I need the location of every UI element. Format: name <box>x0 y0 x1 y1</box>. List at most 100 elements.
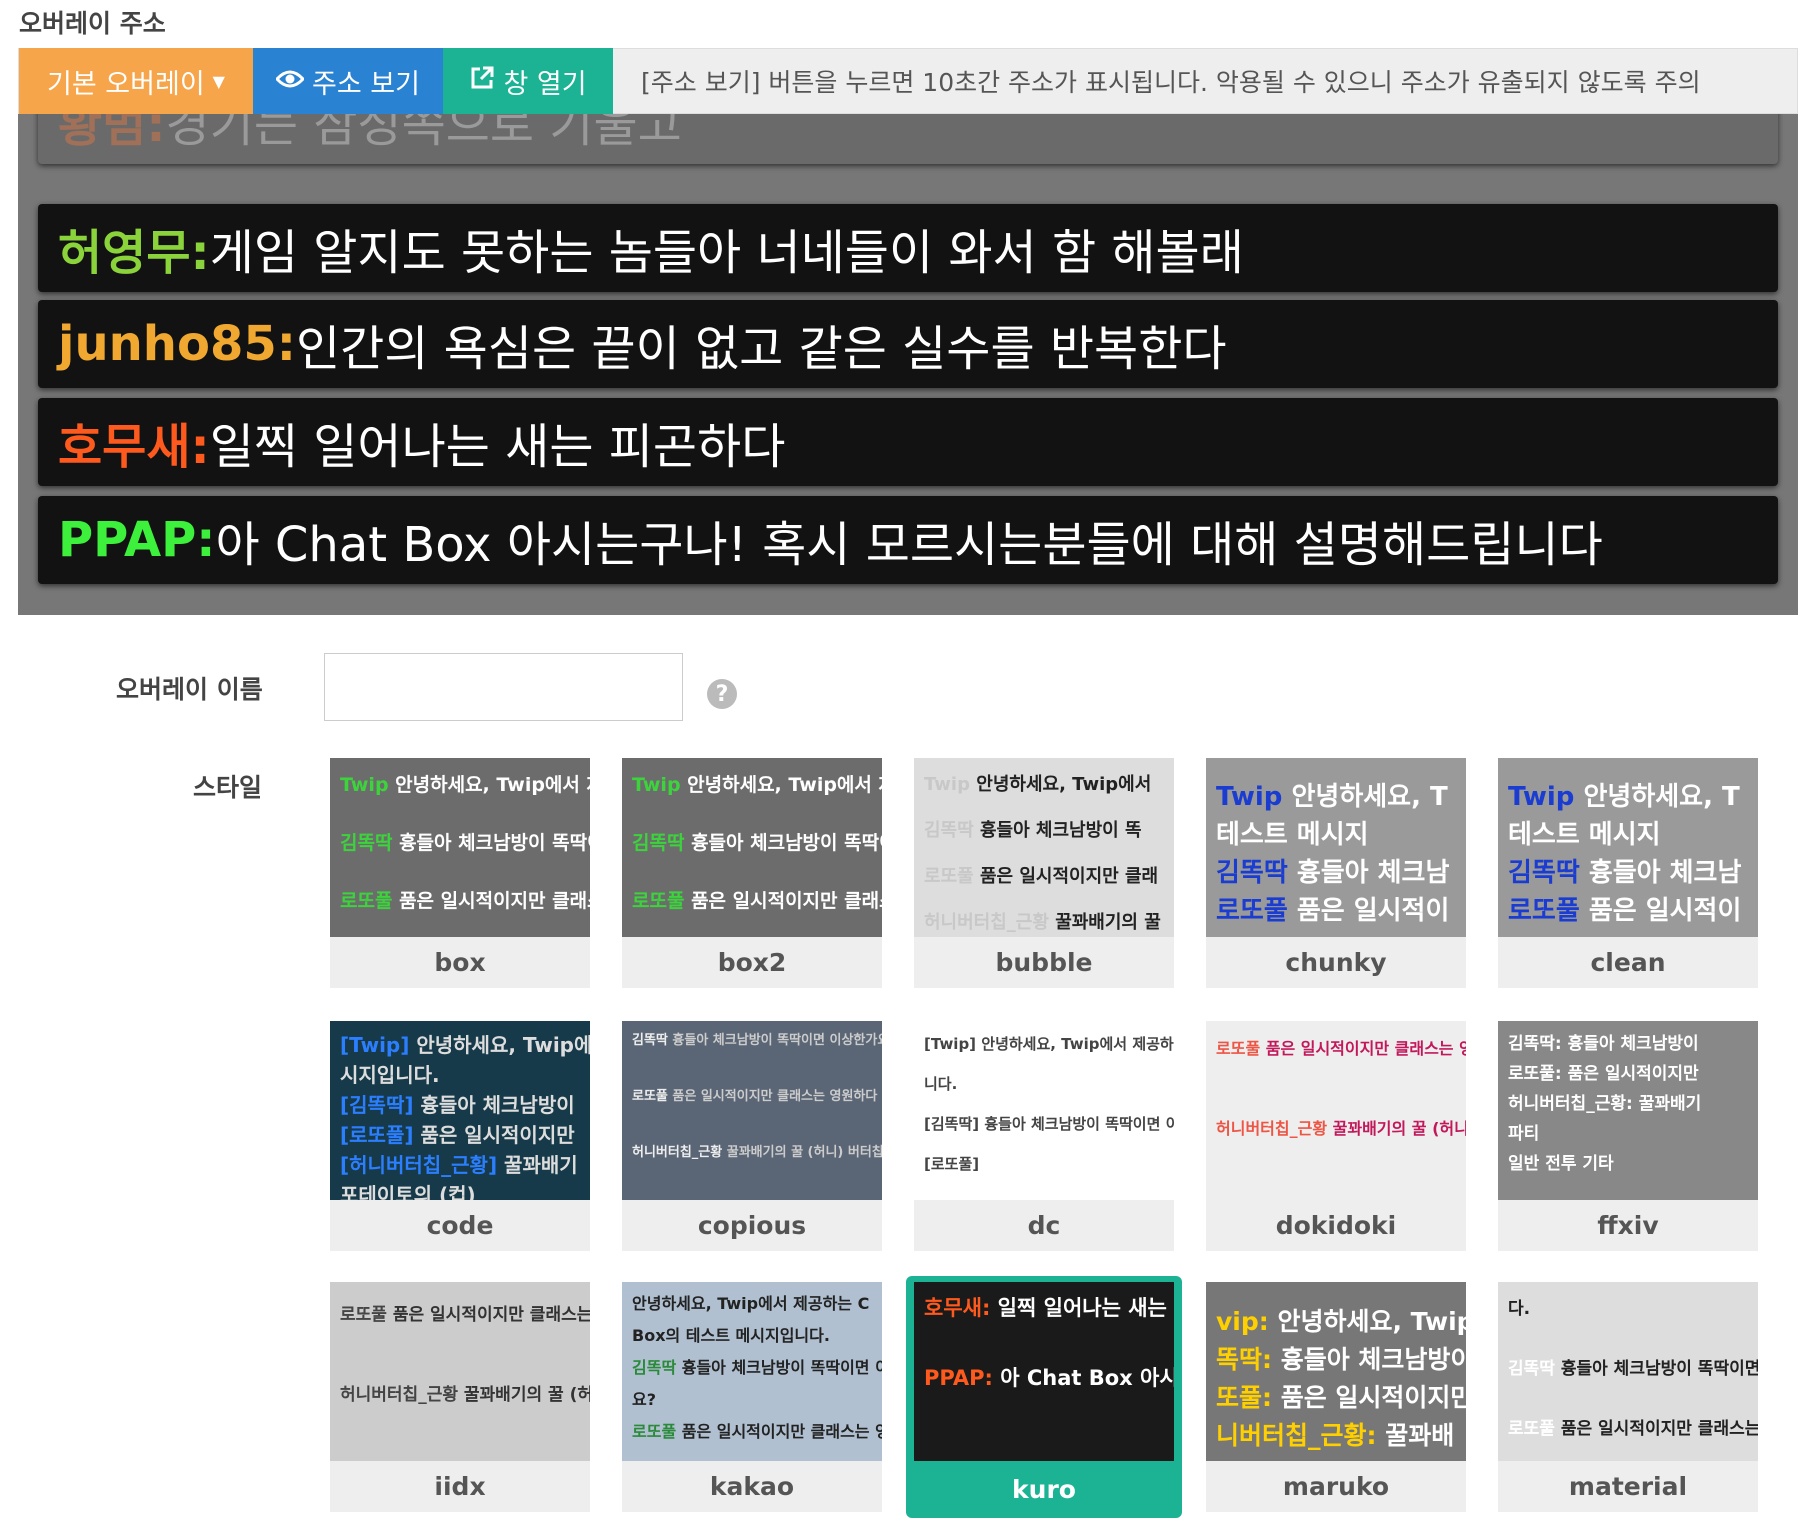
style-option-iidx[interactable]: 로또풀 품은 일시적이지만 클래스는허니버터칩_근황 꿀꽈배기의 꿀 (허니) … <box>330 1282 590 1512</box>
preview-line: 똑딱: 흉들아 체크남방이 <box>1206 1340 1466 1376</box>
style-option-copious[interactable]: 김똑딱 흉들아 체크남방이 똑딱이면 이상한가요? 로또풀 품은 일시적이지만 클… <box>622 1021 882 1251</box>
preview-text: 흉들아 체크남방이 똑딱이면 이상 <box>1560 1359 1758 1379</box>
preview-text: 품은 일시적이 <box>1588 896 1742 926</box>
chat-nickname: junho85: <box>58 316 296 372</box>
preview-line: 또풀: 품은 일시적이지만 <box>1206 1378 1466 1414</box>
preview-line: 허니버터칩_근황 꿀꽈배기의 꿀 (허니) 버터칩의 <box>330 1380 590 1405</box>
style-preview-thumbnail: Twip 안녕하세요, T 테스트 메시지 김똑딱 흉들아 체크남 로또풀 품은 일시… <box>1206 758 1466 937</box>
style-option-box[interactable]: Twip 안녕하세요, Twip에서 제공하김똑딱 흉들아 체크남방이 똑딱이면… <box>330 758 590 988</box>
preview-text: 꿀꽈배기의 꿀 <box>1055 912 1161 933</box>
chat-text: 아 Chat Box 아시는구나! 혹시 모르시는분들에 대해 설명해드립니다 <box>215 517 1603 573</box>
preview-line: 허니버터칩_근황 꿀꽈배기의 꿀 (허니) 버터칩의 (버터 <box>1206 1115 1466 1139</box>
preview-line: Twip 안녕하세요, Twip에서 제공하 <box>330 770 590 797</box>
preview-line: 테스트 메시지 <box>1206 814 1466 851</box>
preview-text: 파티 <box>1508 1124 1540 1144</box>
style-name-label: dokidoki <box>1275 1211 1397 1240</box>
preview-text: 꿀꽈배 <box>1385 1421 1455 1450</box>
preview-line: 다. <box>1498 1294 1758 1319</box>
overlay-preview: 황범: 경기는 삼성쪽으로 기울고 허영무: 게임 알지도 못하는 놈들아 너네들… <box>18 114 1798 615</box>
style-option-dokidoki[interactable]: 로또풀 품은 일시적이지만 클래스는 영원하허니버터칩_근황 꿀꽈배기의 꿀 (… <box>1206 1021 1466 1251</box>
open-window-button[interactable]: 창 열기 <box>443 48 613 114</box>
style-name-label: box2 <box>717 948 787 977</box>
style-option-kakao[interactable]: 안녕하세요, Twip에서 제공하는 C Box의 테스트 메시지입니다. 김똑딱 … <box>622 1282 882 1512</box>
style-option-kuro[interactable]: 호무새: 일찍 일어나는 새는 피곤하다 PPAP: 아 Chat Box 아시는… <box>906 1276 1182 1518</box>
style-option-bubble[interactable]: Twip 안녕하세요, Twip에서 김똑딱 흉들아 체크남방이 똑 로또풀 품은 … <box>914 758 1174 988</box>
preview-line: 로또풀 품은 일시적이지만 클래스는 영원 <box>1498 1414 1758 1439</box>
chat-message: PPAP: 아 Chat Box 아시는구나! 혹시 모르시는분들에 대해 설명… <box>38 496 1778 584</box>
preview-nickname: 김똑딱 <box>632 1358 682 1377</box>
address-hint: [주소 보기] 버튼을 누르면 10초간 주소가 표시됩니다. 악용될 수 있으… <box>641 68 1701 97</box>
style-option-ffxiv[interactable]: 김똑딱: 흉들아 체크남방이로또풀: 품은 일시적이지만허니버터칩_근황: 꿀꽈… <box>1498 1021 1758 1251</box>
preview-line: 김똑딱: 흉들아 체크남방이 <box>1498 1029 1758 1054</box>
show-address-button[interactable]: 주소 보기 <box>253 48 443 114</box>
preview-nickname: 허니버터칩_근황 <box>632 1145 727 1160</box>
preview-line: [김똑딱] 흉들아 체크남방이 <box>330 1089 590 1118</box>
style-label: 스타일 <box>193 773 263 802</box>
preview-text: 품은 일시적이지만 클래스는 영원 <box>1560 1419 1758 1439</box>
preview-nickname: Twip <box>924 774 977 795</box>
preview-text: 김똑딱: 흉들아 체크남방이 <box>1508 1034 1699 1054</box>
preview-nickname: 호무새: <box>924 1296 998 1320</box>
style-preview-thumbnail: Twip 안녕하세요, Twip에서 제공하김똑딱 흉들아 체크남방이 똑딱이면… <box>622 758 882 937</box>
preview-line: [로또풀] <box>914 1153 1174 1174</box>
preview-text: 로또풀: 품은 일시적이지만 <box>1508 1064 1699 1084</box>
preview-text: 흉들아 체크남 <box>1588 858 1742 888</box>
preview-text: 품은 일시적이 <box>1296 896 1450 926</box>
preview-line: 로또풀 품은 일시적이 <box>1498 890 1758 927</box>
style-preview-thumbnail: [Twip] 안녕하세요, Twip에 시지입니다. [김똑딱] 흉들아 체크남방이… <box>330 1021 590 1200</box>
style-name-label: material <box>1568 1472 1688 1501</box>
preview-text: 꿀꽈배기의 꿀 (허니) 버터칩의 <box>463 1385 590 1405</box>
preview-nickname: [허니버터칩_근황] <box>340 1153 505 1177</box>
preview-line: 호무새: 일찍 일어나는 새는 피곤하다 <box>914 1292 1174 1322</box>
style-option-chunky[interactable]: Twip 안녕하세요, T 테스트 메시지 김똑딱 흉들아 체크남 로또풀 품은 일시… <box>1206 758 1466 988</box>
preview-text: 포테이토의 (컵) <box>340 1183 476 1200</box>
help-icon[interactable]: ? <box>707 679 737 709</box>
preview-text: 품은 일시적이지만 <box>420 1123 575 1147</box>
preview-line: 허니버터칩_근황: 꿀꽈배기 <box>1498 1089 1758 1114</box>
preview-line: 로또풀: 품은 일시적이지만 <box>1498 1059 1758 1084</box>
style-option-code[interactable]: [Twip] 안녕하세요, Twip에 시지입니다. [김똑딱] 흉들아 체크남방이… <box>330 1021 590 1251</box>
preview-text: 테스트 메시지 <box>1508 820 1661 850</box>
preview-nickname: 로또풀 <box>1216 1039 1266 1058</box>
style-option-maruko[interactable]: vip: 안녕하세요, Twip에똑딱: 흉들아 체크남방이또풀: 품은 일시적… <box>1206 1282 1466 1512</box>
style-name-label: kakao <box>709 1472 795 1501</box>
style-option-clean[interactable]: Twip 안녕하세요, T 테스트 메시지 김똑딱 흉들아 체크남 로또풀 품은 일시… <box>1498 758 1758 988</box>
preview-line: [Twip] 안녕하세요, Twip에서 제공하는 Chat B <box>914 1033 1174 1054</box>
preview-text: Box의 테스트 메시지입니다. <box>632 1326 830 1345</box>
preview-line: [김똑딱] 흉들아 체크남방이 똑딱이면 이상한가요 <box>914 1113 1174 1134</box>
preview-nickname: 김똑딱 <box>1508 858 1589 888</box>
preview-nickname: 로또풀 <box>632 890 692 912</box>
preview-nickname: PPAP: <box>924 1366 1001 1390</box>
chat-nickname: PPAP: <box>58 512 216 568</box>
style-option-box2[interactable]: Twip 안녕하세요, Twip에서 제공하김똑딱 흉들아 체크남방이 똑딱이면… <box>622 758 882 988</box>
preview-nickname: vip: <box>1216 1307 1278 1336</box>
preview-nickname: [김똑딱] <box>340 1093 421 1117</box>
style-option-dc[interactable]: [Twip] 안녕하세요, Twip에서 제공하는 Chat B 니다. [김똑딱]… <box>914 1021 1174 1251</box>
preview-nickname: [로또풀] <box>340 1123 421 1147</box>
preview-line: 로또풀 품은 일시적이지만 클래스는 영원하 <box>622 1418 882 1442</box>
preview-nickname: Twip <box>1216 782 1292 812</box>
preview-line: 테스트 메시지 <box>1498 814 1758 851</box>
style-name-label: bubble <box>995 948 1093 977</box>
style-preview-thumbnail: [Twip] 안녕하세요, Twip에서 제공하는 Chat B 니다. [김똑딱]… <box>914 1021 1174 1200</box>
style-preview-thumbnail: 김똑딱 흉들아 체크남방이 똑딱이면 이상한가요? 로또풀 품은 일시적이지만 클… <box>622 1021 882 1200</box>
overlay-type-dropdown[interactable]: 기본 오버레이 ▼ <box>19 48 253 114</box>
preview-text: 안녕하세요, Twip에서 제공하는 C <box>632 1294 870 1313</box>
preview-nickname: 로또풀 <box>924 866 980 887</box>
preview-text: 흉들아 체크남방이 똑딱이면 이상한가요 <box>984 1115 1174 1133</box>
preview-text: 일반 전투 기타 <box>1508 1154 1614 1174</box>
preview-text: 품은 일시적이지만 클래스는 영원하다 <box>672 1089 878 1104</box>
chat-text: 경기는 삼성쪽으로 기울고 <box>165 114 682 153</box>
preview-line: 파티 <box>1498 1119 1758 1144</box>
preview-line: Box의 테스트 메시지입니다. <box>622 1322 882 1346</box>
preview-text: 안녕하세요, Twip에서 제공하는 Chat B <box>981 1035 1174 1053</box>
preview-line: 로또풀 품은 일시적이지만 클래스는 영원하다 <box>622 1085 882 1104</box>
preview-text: 꿀꽈배기 <box>504 1153 578 1177</box>
preview-line: 김똑딱 흉들아 체크남방이 똑딱이면 이 <box>622 828 882 855</box>
overlay-name-input[interactable] <box>324 653 683 721</box>
preview-nickname: [Twip] <box>924 1035 982 1053</box>
preview-line: Twip 안녕하세요, T <box>1206 776 1466 813</box>
style-option-material[interactable]: 다. 김똑딱 흉들아 체크남방이 똑딱이면 이상로또풀 품은 일시적이지만 클래스… <box>1498 1282 1758 1512</box>
preview-nickname: [Twip] <box>340 1033 417 1057</box>
preview-nickname: 로또풀 <box>1508 896 1589 926</box>
